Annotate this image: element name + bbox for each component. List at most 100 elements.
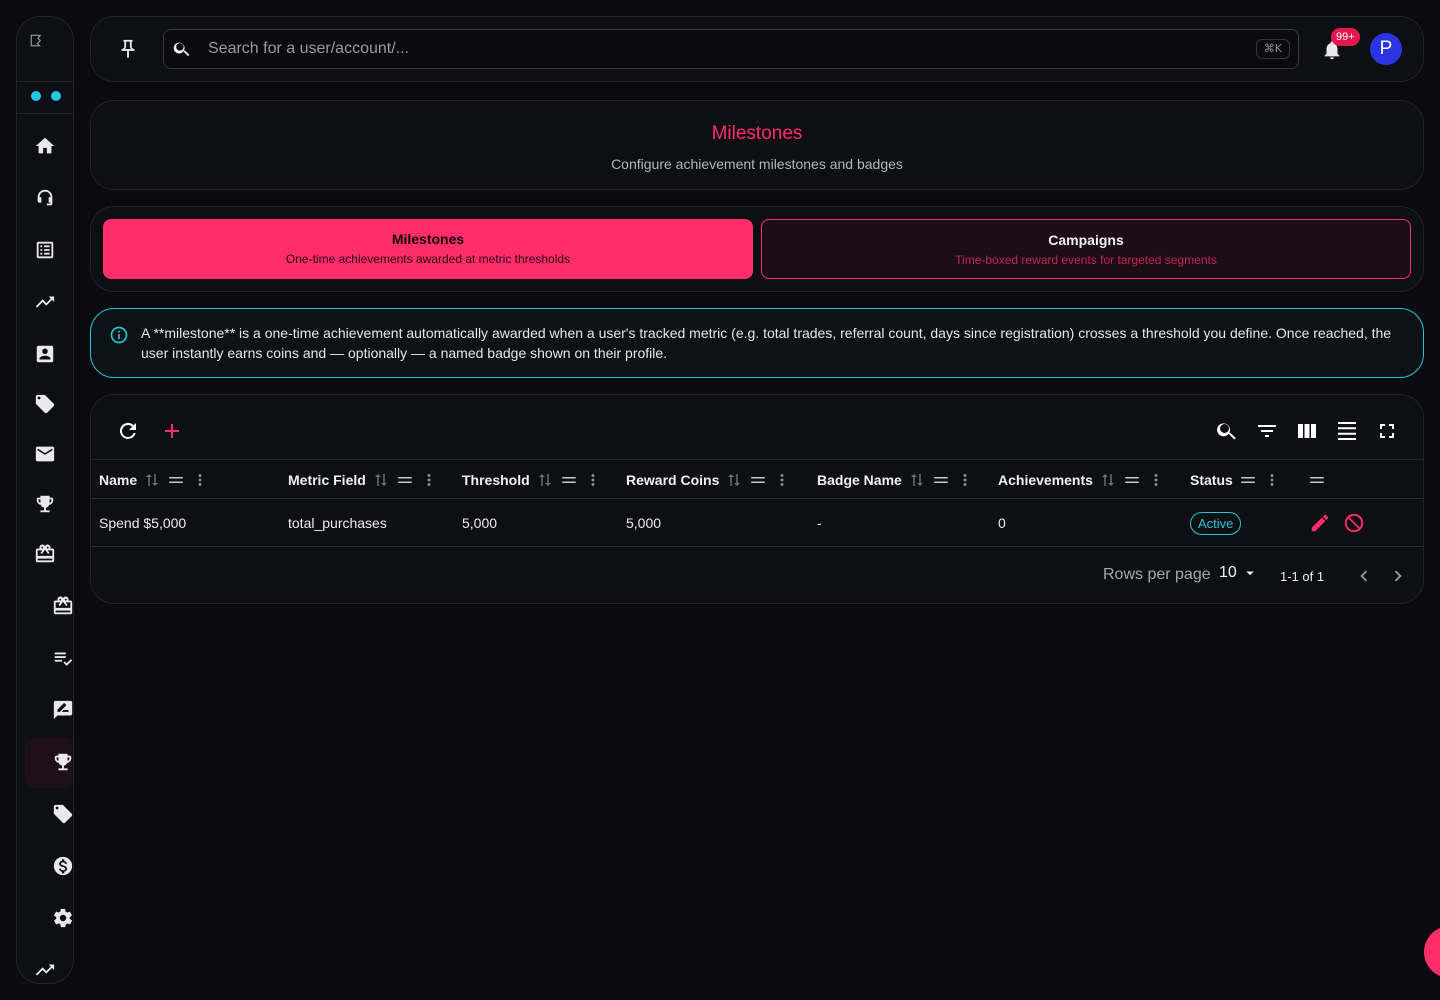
top-bar: ⌘K 99+ P (90, 16, 1424, 82)
pin-icon (117, 38, 139, 60)
drag-handle-icon[interactable] (1239, 471, 1257, 489)
column-label: Name (99, 472, 138, 488)
column-header-threshold[interactable]: Threshold (462, 460, 602, 500)
rows-per-page-label: Rows per page (1103, 566, 1211, 583)
floating-action-button[interactable] (1424, 926, 1440, 978)
sort-icon[interactable] (143, 471, 161, 489)
more-vert-icon[interactable] (420, 471, 438, 489)
dollar-circle-icon (52, 855, 74, 877)
drag-handle-icon[interactable] (1308, 471, 1326, 489)
sort-icon[interactable] (372, 471, 390, 489)
sidebar (16, 16, 74, 984)
cell-threshold: 5,000 (462, 515, 498, 531)
sidebar-item-rewards[interactable] (34, 493, 56, 515)
filter-button[interactable] (1255, 419, 1279, 443)
column-header-badge-name[interactable]: Badge Name (817, 460, 974, 500)
column-header-actions[interactable] (1308, 460, 1326, 500)
more-vert-icon[interactable] (191, 471, 209, 489)
sidebar-subitem-checklist[interactable] (52, 647, 74, 669)
search-input[interactable] (208, 30, 1238, 68)
columns-icon (1295, 419, 1319, 443)
sidebar-item-trending[interactable] (34, 291, 56, 313)
tab-milestones[interactable]: Milestones One-time achievements awarded… (103, 219, 753, 279)
fullscreen-icon (1375, 419, 1399, 443)
table-pagination: Rows per page 10 1-1 of 1 (91, 548, 1423, 603)
divider (17, 81, 73, 82)
table-row[interactable]: Spend $5,000 total_purchases 5,000 5,000… (91, 499, 1423, 547)
sidebar-item-mail[interactable] (34, 443, 56, 465)
sidebar-subitem-milestones[interactable] (52, 751, 74, 773)
status-dots (31, 91, 61, 101)
next-page-button[interactable] (1387, 565, 1409, 587)
more-vert-icon[interactable] (584, 471, 602, 489)
column-header-reward-coins[interactable]: Reward Coins (626, 460, 791, 500)
search-icon (1215, 419, 1239, 443)
rate-review-icon (52, 699, 74, 721)
home-icon (34, 135, 56, 157)
column-header-status[interactable]: Status (1190, 460, 1281, 500)
columns-button[interactable] (1295, 419, 1319, 443)
table-header: Name Metric Field Threshold Reward Coins… (91, 459, 1423, 499)
checklist-icon (52, 647, 74, 669)
deactivate-button[interactable] (1343, 512, 1365, 534)
sidebar-subitem-rate-review[interactable] (52, 699, 74, 721)
tab-label: Campaigns (1048, 232, 1124, 248)
sort-icon[interactable] (1099, 471, 1117, 489)
search-icon (172, 39, 192, 59)
sidebar-item-tags[interactable] (34, 393, 56, 415)
density-button[interactable] (1335, 419, 1359, 443)
tab-description: Time-boxed reward events for targeted se… (955, 253, 1217, 267)
sidebar-item-support[interactable] (34, 187, 56, 209)
sidebar-item-analytics[interactable] (34, 959, 56, 981)
filter-icon (1255, 419, 1279, 443)
more-vert-icon[interactable] (773, 471, 791, 489)
drag-handle-icon[interactable] (396, 471, 414, 489)
column-header-name[interactable]: Name (99, 460, 209, 500)
rows-per-page-select[interactable]: 10 (1219, 564, 1259, 582)
edit-button[interactable] (1309, 512, 1331, 534)
more-vert-icon[interactable] (956, 471, 974, 489)
pin-button[interactable] (117, 38, 139, 60)
drag-handle-icon[interactable] (1123, 471, 1141, 489)
tab-campaigns[interactable]: Campaigns Time-boxed reward events for t… (761, 219, 1411, 279)
sidebar-item-home[interactable] (34, 135, 56, 157)
sort-icon[interactable] (908, 471, 926, 489)
sort-icon[interactable] (725, 471, 743, 489)
mail-icon (34, 443, 56, 465)
cell-status: Active (1190, 499, 1242, 547)
drag-handle-icon[interactable] (560, 471, 578, 489)
drag-handle-icon[interactable] (932, 471, 950, 489)
column-label: Status (1190, 472, 1233, 488)
more-vert-icon[interactable] (1263, 471, 1281, 489)
sidebar-subitem-gift[interactable] (52, 595, 74, 617)
column-label: Reward Coins (626, 472, 720, 488)
refresh-button[interactable] (116, 419, 140, 443)
more-vert-icon[interactable] (1147, 471, 1165, 489)
info-icon (109, 325, 129, 345)
cell-name: Spend $5,000 (99, 515, 187, 531)
page-header: Milestones Configure achievement milesto… (90, 100, 1424, 190)
sidebar-subitem-tags[interactable] (52, 803, 74, 825)
edit-pencil-icon (1309, 512, 1331, 534)
sidebar-subitem-settings[interactable] (52, 907, 74, 929)
previous-page-button[interactable] (1353, 565, 1375, 587)
add-milestone-button[interactable] (160, 419, 184, 443)
sidebar-item-loyalty[interactable] (34, 543, 56, 565)
column-label: Metric Field (288, 472, 366, 488)
trending-up-icon (34, 291, 56, 313)
page-range: 1-1 of 1 (1280, 569, 1325, 584)
drag-handle-icon[interactable] (749, 471, 767, 489)
sidebar-subitem-currency[interactable] (52, 855, 74, 877)
divider (17, 113, 73, 114)
cell-metric-field: total_purchases (288, 515, 387, 531)
column-header-metric-field[interactable]: Metric Field (288, 460, 438, 500)
sort-icon[interactable] (536, 471, 554, 489)
column-header-achievements[interactable]: Achievements (998, 460, 1165, 500)
sidebar-item-contacts[interactable] (34, 343, 56, 365)
drag-handle-icon[interactable] (167, 471, 185, 489)
avatar[interactable]: P (1370, 33, 1402, 65)
fullscreen-button[interactable] (1375, 419, 1399, 443)
sidebar-item-list[interactable] (34, 239, 56, 261)
table-search-button[interactable] (1215, 419, 1239, 443)
chevron-left-icon (1353, 565, 1375, 587)
